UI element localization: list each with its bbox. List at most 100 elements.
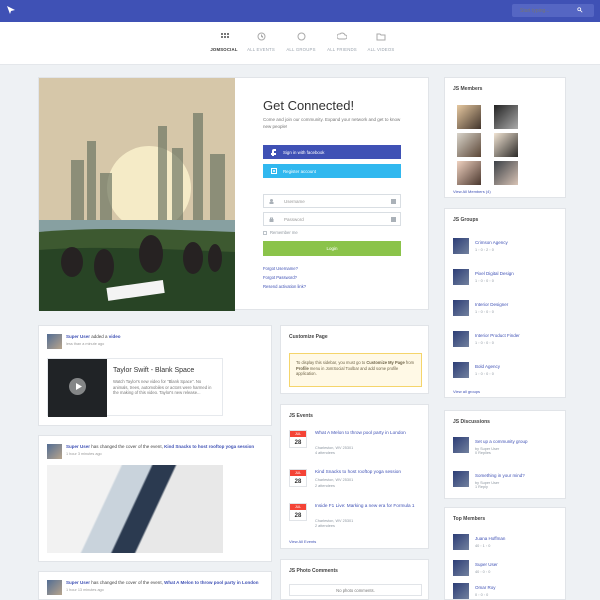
activity-text: Super User added a video: [66, 334, 261, 340]
view-all-events-link[interactable]: View All Events: [289, 539, 316, 544]
event-item[interactable]: JUL 28 Inside F1 Live: Marking a new era f…: [289, 503, 422, 539]
view-all-members-link[interactable]: View All Members (4): [453, 189, 491, 194]
tab-all-videos[interactable]: ALL VIDEOS: [356, 32, 406, 52]
discussion-meta: by Super User 1 Reply: [475, 481, 500, 489]
activity-post: Super User has changed the cover of the …: [38, 435, 272, 562]
member-name[interactable]: Juana Hoffman: [475, 536, 505, 541]
user-avatar[interactable]: [47, 444, 62, 459]
discussion-item[interactable]: Something in your mind? by Super User 1 R…: [453, 469, 557, 495]
search-icon[interactable]: [577, 7, 583, 13]
discussion-title[interactable]: Set up a community group: [475, 439, 528, 444]
group-name[interactable]: Crimson Agency: [475, 240, 508, 245]
customize-page-panel: Customize Page To display this sidebar, …: [280, 325, 429, 394]
group-item[interactable]: Interior Product Finder 1 ◦ 0 ◦ 0 ◦ 0: [453, 329, 557, 355]
event-location: Charleston, WV 25301: [315, 478, 354, 482]
group-name[interactable]: Interior Product Finder: [475, 333, 520, 338]
group-item[interactable]: Interior Designer 1 ◦ 0 ◦ 0 ◦ 0: [453, 298, 557, 324]
member-stats: 0 ◦ 0 ◦ 0: [475, 593, 489, 597]
group-item[interactable]: Crimson Agency 1 ◦ 0 ◦ 2 ◦ 0: [453, 236, 557, 262]
page-title: Get Connected!: [263, 98, 355, 113]
member-avatar[interactable]: [494, 161, 518, 185]
user-link[interactable]: Super User: [66, 444, 90, 449]
group-thumbnail: [453, 362, 469, 378]
member-avatar[interactable]: [457, 105, 481, 129]
event-title[interactable]: Kind Snacks to host rooftop yoga session: [315, 469, 423, 476]
username-field[interactable]: Username: [263, 194, 401, 208]
video-thumbnail[interactable]: [48, 359, 107, 417]
forgot-username-link[interactable]: Forgot Username?: [263, 266, 298, 271]
group-item[interactable]: Pixel Digital Design 1 ◦ 0 ◦ 0 ◦ 0: [453, 267, 557, 293]
group-name[interactable]: Pixel Digital Design: [475, 271, 514, 276]
placeholder: Username: [284, 198, 305, 204]
panel-title: JS Photo Comments: [289, 568, 338, 574]
member-avatar[interactable]: [457, 161, 481, 185]
activity-text: Super User has changed the cover of the …: [66, 580, 261, 586]
group-meta: 1 ◦ 0 ◦ 0 ◦ 0: [475, 341, 494, 345]
event-link[interactable]: What A Melon to throw pool party in Lond…: [164, 580, 258, 585]
user-link[interactable]: Super User: [66, 580, 90, 585]
member-avatar[interactable]: [494, 133, 518, 157]
tab-label: JOMSOCIAL: [210, 47, 238, 52]
event-date: JUL 28: [289, 469, 307, 487]
top-members-panel: Top Members Juana Hoffman 40 ◦ 1 ◦ 0 Supe…: [444, 507, 566, 600]
login-button[interactable]: Login: [263, 241, 401, 256]
activity-verb: has changed the cover of the event,: [90, 580, 165, 585]
forgot-password-link[interactable]: Forgot Password?: [263, 275, 297, 280]
tab-label: ALL EVENTS: [247, 47, 275, 52]
field-icon: [391, 199, 396, 204]
member-name[interactable]: Omar Roy: [475, 585, 496, 590]
event-title[interactable]: What A Melon to throw pool party in Lond…: [315, 430, 423, 437]
activity-verb: has changed the cover of the event,: [90, 444, 165, 449]
top-member-item[interactable]: Juana Hoffman 40 ◦ 1 ◦ 0: [453, 532, 557, 558]
group-name[interactable]: Bold Agency: [475, 364, 500, 369]
js-groups-panel: JS Groups Crimson Agency 1 ◦ 0 ◦ 2 ◦ 0 Pi…: [444, 208, 566, 398]
group-name[interactable]: Interior Designer: [475, 302, 508, 307]
member-avatar[interactable]: [494, 105, 518, 129]
event-day: 28: [294, 440, 302, 446]
member-stats: 40 ◦ 1 ◦ 0: [475, 544, 491, 548]
event-item[interactable]: JUL 28 Kind Snacks to host rooftop yoga se…: [289, 469, 422, 505]
clock-icon: [257, 32, 265, 41]
event-date: JUL 28: [289, 430, 307, 448]
member-avatar[interactable]: [457, 133, 481, 157]
member-name[interactable]: Super User: [475, 562, 498, 567]
event-attendees: 4 attendees: [315, 451, 335, 455]
event-item[interactable]: JUL 28 What A Melon to throw pool party in…: [289, 430, 422, 466]
event-attendees: 2 attendees: [315, 484, 335, 488]
facebook-icon: [271, 149, 276, 156]
member-avatar: [453, 534, 469, 550]
logo-icon[interactable]: [6, 5, 16, 15]
video-card[interactable]: Taylor Swift - Blank Space Watch Taylor'…: [47, 358, 223, 417]
resend-activation-link[interactable]: Resend activation link?: [263, 284, 306, 289]
top-member-item[interactable]: Omar Roy 0 ◦ 0 ◦ 0: [453, 581, 557, 600]
member-avatar: [453, 583, 469, 599]
remember-me-checkbox[interactable]: Remember me: [263, 230, 298, 235]
facebook-login-button[interactable]: Sign in with facebook: [263, 145, 401, 159]
discussion-title[interactable]: Something in your mind?: [475, 473, 525, 478]
discussion-avatar: [453, 437, 469, 453]
camera-icon: [271, 168, 277, 174]
view-all-groups-link[interactable]: View all groups: [453, 389, 480, 394]
user-avatar[interactable]: [47, 334, 62, 349]
event-title[interactable]: Inside F1 Live: Marking a new era for Fo…: [315, 503, 423, 510]
panel-title: JS Members: [453, 86, 483, 92]
login-panel: Get Connected! Come and join our communi…: [38, 77, 429, 311]
user-avatar[interactable]: [47, 580, 62, 595]
password-field[interactable]: Password: [263, 212, 401, 226]
empty-photo-comments: No photo comments.: [289, 584, 422, 596]
group-item[interactable]: Bold Agency 1 ◦ 0 ◦ 0 ◦ 0: [453, 360, 557, 386]
event-link[interactable]: Kind Snacks to host rooftop yoga session: [164, 444, 254, 449]
panel-title: Customize Page: [289, 334, 328, 340]
video-title[interactable]: Taylor Swift - Blank Space: [113, 367, 194, 374]
grid-icon: [220, 33, 229, 38]
play-icon[interactable]: [69, 378, 86, 395]
city-skyline-image: [39, 78, 235, 311]
event-cover-image[interactable]: [47, 465, 223, 553]
tab-label: ALL FRIENDS: [327, 47, 357, 52]
user-link[interactable]: Super User: [66, 334, 90, 339]
discussion-meta: by Super User 0 Replies: [475, 447, 500, 455]
js-events-panel: JS Events JUL 28 What A Melon to throw poo…: [280, 404, 429, 549]
register-account-button[interactable]: Register account: [263, 164, 401, 178]
discussion-item[interactable]: Set up a community group by Super User 0 …: [453, 435, 557, 461]
video-link[interactable]: video: [109, 334, 121, 339]
